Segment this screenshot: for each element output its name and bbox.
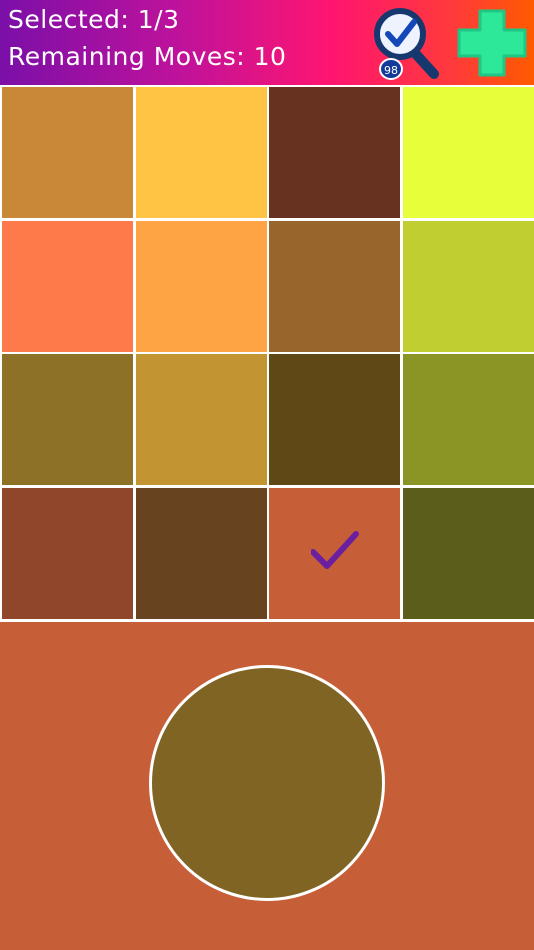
target-area (0, 622, 534, 950)
add-moves-button[interactable] (455, 7, 529, 79)
hint-count-badge: 98 (379, 58, 403, 80)
target-color-circle (149, 665, 385, 901)
color-tile[interactable] (402, 487, 534, 619)
check-icon (311, 530, 359, 569)
color-grid (0, 85, 534, 622)
remaining-moves: Remaining Moves: 10 (8, 42, 287, 71)
color-tile[interactable] (2, 220, 133, 352)
color-tile[interactable] (135, 87, 267, 218)
color-tile[interactable] (135, 220, 267, 352)
color-tile[interactable] (402, 220, 534, 352)
color-tile[interactable] (269, 220, 400, 352)
color-tile[interactable] (135, 354, 267, 485)
color-tile[interactable] (402, 87, 534, 218)
color-tile[interactable] (269, 354, 400, 485)
color-tile[interactable] (269, 87, 400, 218)
color-tile[interactable] (2, 87, 133, 218)
color-tile[interactable] (2, 487, 133, 619)
color-tile[interactable] (402, 354, 534, 485)
top-bar: Selected: 1/3 Remaining Moves: 10 98 (0, 0, 534, 85)
color-tile[interactable] (135, 487, 267, 619)
color-tile-selected[interactable] (269, 487, 400, 619)
color-tile[interactable] (2, 354, 133, 485)
selected-counter: Selected: 1/3 (8, 5, 180, 34)
plus-icon (457, 9, 527, 77)
